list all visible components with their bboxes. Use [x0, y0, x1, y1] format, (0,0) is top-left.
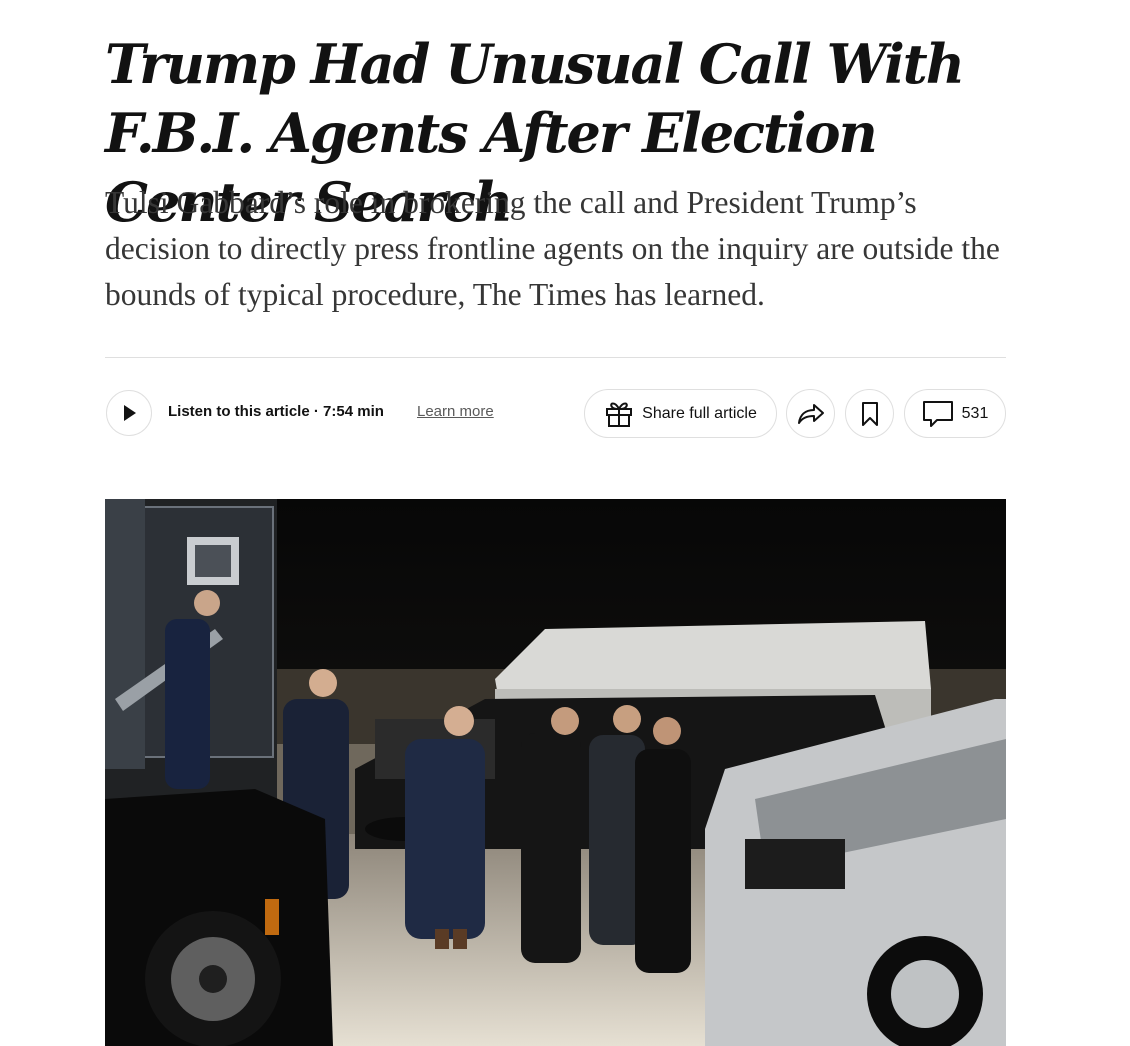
gift-icon — [606, 402, 633, 427]
learn-more-link[interactable]: Learn more — [417, 403, 494, 420]
listen-separator: · — [313, 403, 319, 420]
play-icon — [124, 405, 136, 421]
share-full-article-label: Share full article — [642, 404, 757, 422]
article-summary: Tulsi Gabbard’s role in brokering the ca… — [105, 185, 1000, 312]
share-full-article-button[interactable]: Share full article — [584, 389, 777, 438]
comment-bubble-icon — [922, 400, 953, 427]
audio-duration: 7:54 min — [323, 403, 384, 420]
save-bookmark-button[interactable] — [845, 389, 894, 438]
comment-count: 531 — [961, 404, 989, 422]
bookmark-icon — [861, 401, 878, 426]
listen-label: Listen to this article · 7:54 min — [168, 403, 384, 420]
lead-photo — [105, 499, 1006, 1046]
comments-button[interactable]: 531 — [904, 389, 1006, 438]
article-page: Trump Had Unusual Call With F.B.I. Agent… — [0, 0, 1130, 1046]
play-audio-button[interactable] — [106, 390, 152, 436]
airport-night-scene-image — [105, 499, 1006, 1046]
listen-text: Listen to this article — [168, 403, 310, 420]
share-button[interactable] — [786, 389, 835, 438]
share-arrow-icon — [797, 403, 824, 424]
divider — [105, 357, 1006, 358]
article-toolbar: Listen to this article · 7:54 min Learn … — [105, 389, 1006, 439]
